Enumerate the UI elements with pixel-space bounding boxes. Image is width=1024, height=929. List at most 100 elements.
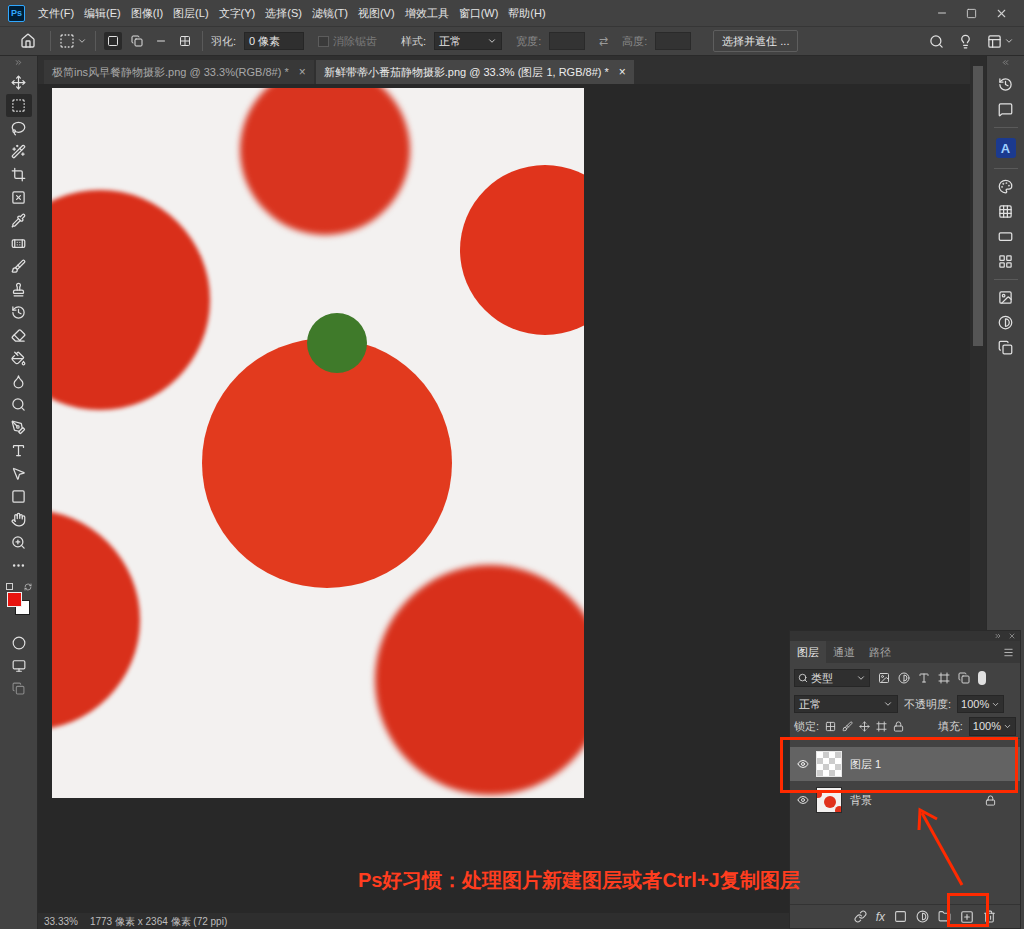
style-select[interactable]: 正常 [434, 32, 502, 51]
select-mask-button[interactable]: 选择并遮住 ... [713, 30, 798, 52]
menu-item[interactable]: 图像(I) [126, 5, 168, 22]
lock-position-icon[interactable] [859, 721, 870, 732]
visibility-toggle[interactable] [790, 794, 816, 806]
adjustment-filter-icon[interactable] [898, 672, 910, 684]
filter-toggle[interactable] [978, 671, 986, 685]
opacity-input[interactable]: 100% [957, 695, 1004, 714]
maximize-icon[interactable] [966, 8, 977, 19]
fill-input[interactable]: 100% [969, 717, 1016, 736]
tool-button[interactable] [6, 140, 32, 163]
panel-tab[interactable]: 图层 [790, 641, 826, 663]
height-input[interactable] [655, 32, 691, 50]
menu-item[interactable]: 帮助(H) [503, 5, 550, 22]
zoom-level[interactable]: 33.33% [44, 914, 78, 929]
panel-menu-icon[interactable] [1003, 647, 1014, 658]
tool-button[interactable] [6, 554, 32, 577]
color-icon[interactable] [998, 179, 1013, 194]
feather-input[interactable]: 0 像素 [244, 32, 304, 51]
home-icon[interactable] [20, 33, 36, 49]
gradients-icon[interactable] [998, 229, 1013, 244]
swap-colors-icon[interactable] [24, 583, 32, 591]
width-input[interactable] [549, 32, 585, 50]
color-swatches[interactable] [4, 583, 34, 619]
type-filter-icon[interactable] [918, 672, 930, 684]
filter-select[interactable]: 类型 [794, 669, 870, 688]
selection-mode-button[interactable] [128, 32, 146, 50]
menu-item[interactable]: 窗口(W) [454, 5, 504, 22]
lock-all-icon[interactable] [893, 721, 904, 732]
expand-icon[interactable] [1001, 58, 1010, 67]
panel-tab[interactable]: 通道 [826, 641, 862, 663]
panel-tab[interactable]: 路径 [862, 641, 898, 663]
collapse-icon[interactable] [14, 58, 23, 67]
tool-button[interactable] [6, 255, 32, 278]
adjustment-layer-icon[interactable] [916, 910, 929, 923]
screen-mode-button[interactable] [6, 654, 32, 677]
tool-button[interactable] [6, 347, 32, 370]
pixel-filter-icon[interactable] [878, 672, 890, 684]
plugin-logo[interactable]: A [996, 138, 1016, 158]
lock-artboard-icon[interactable] [876, 721, 887, 732]
workspace-switcher[interactable] [987, 34, 1014, 49]
panel-close-icon[interactable] [1008, 632, 1016, 640]
layer-row[interactable]: 背景 [790, 783, 1020, 817]
visibility-toggle[interactable] [790, 758, 816, 770]
tool-button[interactable] [6, 324, 32, 347]
close-icon[interactable] [995, 7, 1008, 20]
tool-button[interactable] [6, 462, 32, 485]
menu-item[interactable]: 文字(Y) [214, 5, 261, 22]
edit-toolbar-button[interactable] [6, 677, 32, 700]
swatches-icon[interactable] [998, 204, 1013, 219]
tool-button[interactable] [6, 531, 32, 554]
tool-button[interactable] [6, 508, 32, 531]
tool-button[interactable] [6, 439, 32, 462]
history-icon[interactable] [998, 77, 1013, 92]
tool-button[interactable] [6, 485, 32, 508]
menu-item[interactable]: 视图(V) [353, 5, 400, 22]
quick-mask-button[interactable] [6, 631, 32, 654]
tool-button[interactable] [6, 232, 32, 255]
selection-mode-button[interactable] [176, 32, 194, 50]
delete-icon[interactable] [983, 910, 996, 923]
properties-icon[interactable] [998, 290, 1013, 305]
adjustments-icon[interactable] [998, 315, 1013, 330]
group-icon[interactable] [938, 910, 951, 923]
tool-button[interactable] [6, 163, 32, 186]
menu-item[interactable]: 图层(L) [168, 5, 213, 22]
lock-transparent-icon[interactable] [825, 721, 836, 732]
selection-mode-button[interactable] [152, 32, 170, 50]
fx-button[interactable]: fx [876, 911, 885, 923]
selection-mode-button[interactable] [104, 32, 122, 50]
swap-button[interactable]: ⇄ [593, 33, 614, 50]
smart-filter-icon[interactable] [958, 672, 970, 684]
default-colors-icon[interactable] [6, 583, 13, 590]
menu-item[interactable]: 增效工具 [400, 5, 454, 22]
menu-item[interactable]: 选择(S) [260, 5, 307, 22]
layer-row[interactable]: 图层 1 [790, 747, 1020, 781]
tool-button[interactable] [6, 209, 32, 232]
blend-mode-select[interactable]: 正常 [794, 695, 898, 714]
document-tab[interactable]: 新鲜带蒂小番茄静物摄影.png @ 33.3% (图层 1, RGB/8#) *… [316, 60, 634, 84]
tool-button[interactable] [6, 370, 32, 393]
lock-pixels-icon[interactable] [842, 721, 853, 732]
tool-button[interactable] [6, 117, 32, 140]
foreground-swatch[interactable] [7, 592, 22, 607]
tool-button[interactable] [6, 278, 32, 301]
menu-item[interactable]: 编辑(E) [79, 5, 126, 22]
menu-item[interactable]: 滤镜(T) [307, 5, 353, 22]
document-tab[interactable]: 极简ins风早餐静物摄影.png @ 33.3%(RGB/8#) *× [44, 60, 314, 84]
discover-icon[interactable] [958, 34, 973, 49]
tool-button[interactable] [6, 416, 32, 439]
marquee-preset[interactable] [59, 33, 87, 49]
collapse-icon[interactable] [994, 632, 1002, 640]
tool-button[interactable] [6, 71, 32, 94]
patterns-icon[interactable] [998, 254, 1013, 269]
link-icon[interactable] [854, 910, 867, 923]
libraries-icon[interactable] [998, 340, 1013, 355]
tool-button[interactable] [6, 301, 32, 324]
tool-button[interactable] [6, 94, 32, 117]
comments-icon[interactable] [998, 102, 1013, 117]
tab-close[interactable]: × [299, 63, 306, 81]
tab-close[interactable]: × [619, 63, 626, 81]
search-icon[interactable] [929, 34, 944, 49]
